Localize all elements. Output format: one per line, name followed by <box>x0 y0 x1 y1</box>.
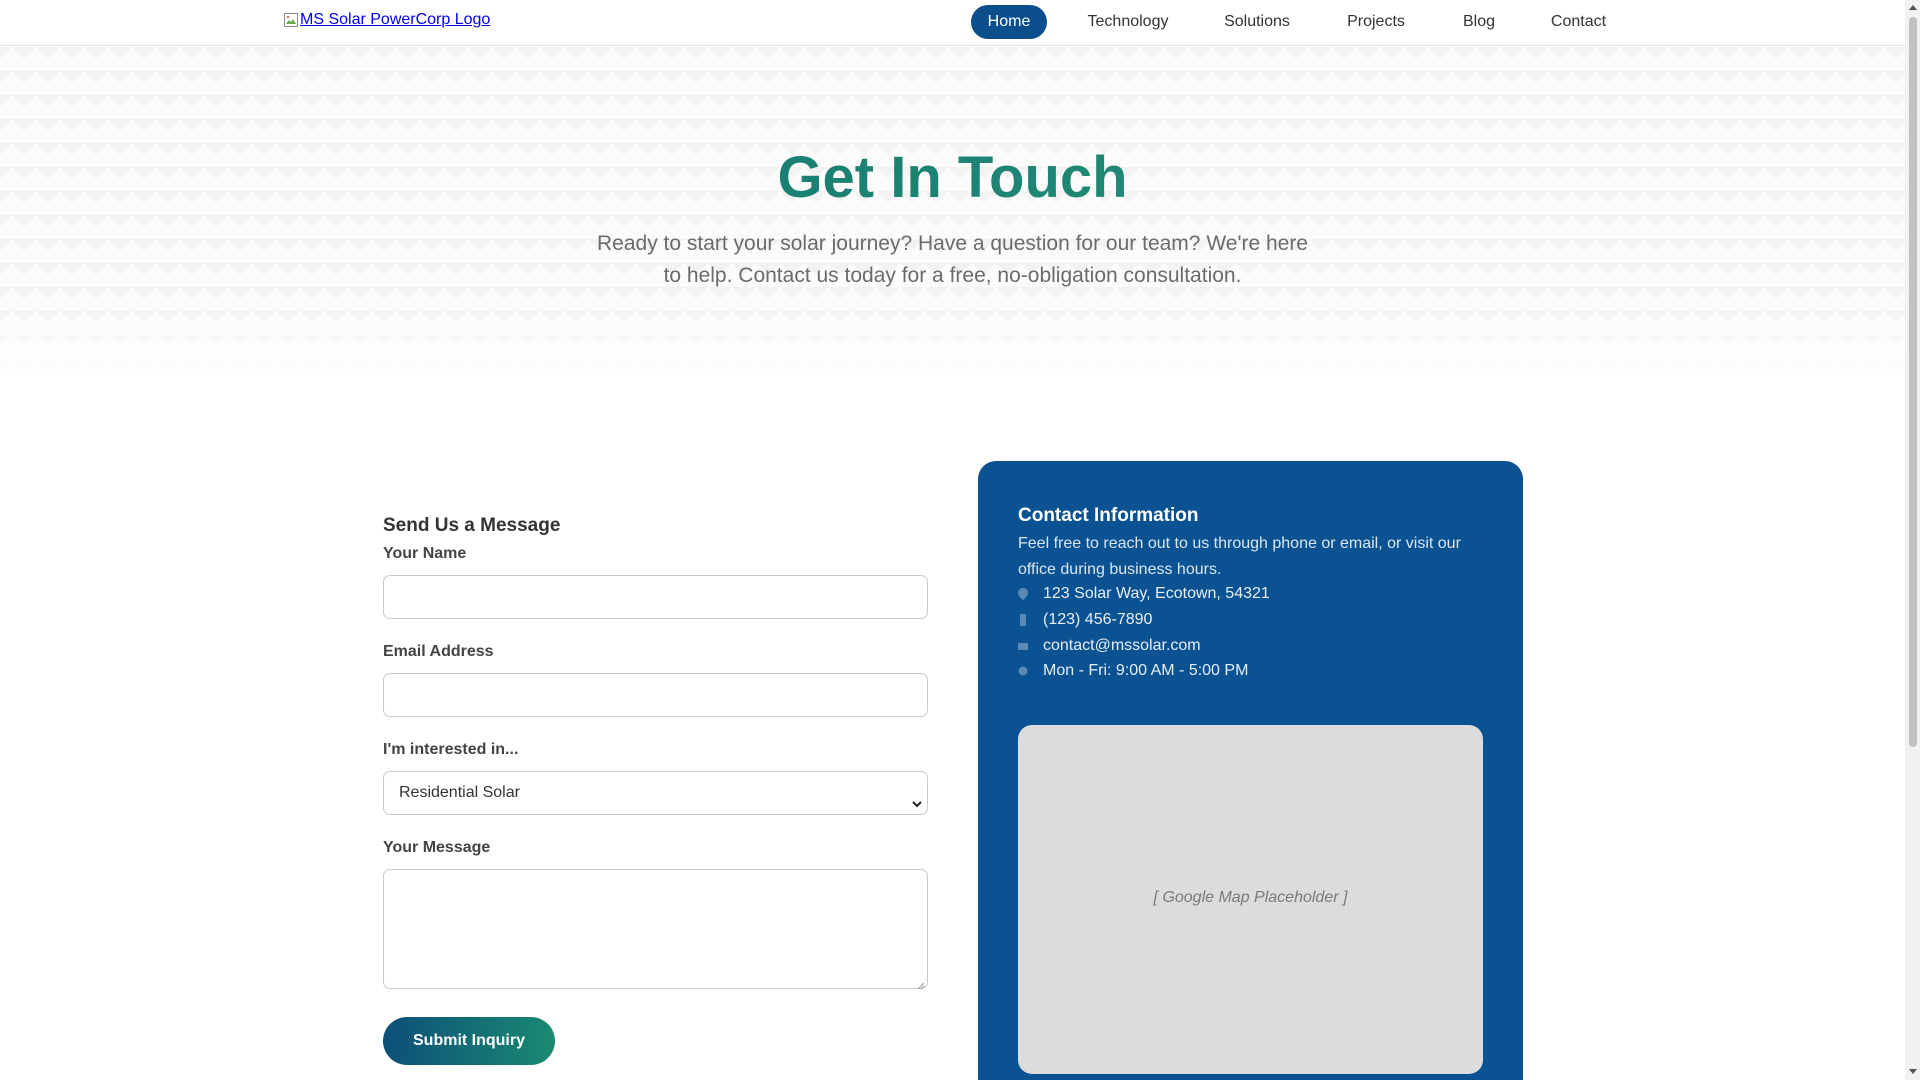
name-label: Your Name <box>383 545 467 562</box>
email-input[interactable] <box>383 673 928 717</box>
scrollbar-thumb[interactable] <box>1909 17 1917 747</box>
message-label: Your Message <box>383 839 491 856</box>
nav-item-home[interactable]: Home <box>971 5 1047 39</box>
envelope-icon <box>1018 643 1028 650</box>
interest-select[interactable]: Residential Solar <box>383 771 928 815</box>
address-text: 123 Solar Way, Ecotown, 54321 <box>1043 585 1270 602</box>
contact-info-description: Feel free to reach out to us through pho… <box>1018 535 1461 578</box>
hours-text: Mon - Fri: 9:00 AM - 5:00 PM <box>1043 662 1249 679</box>
phone-icon <box>1020 614 1026 626</box>
nav-item-solutions[interactable]: Solutions <box>1209 5 1305 39</box>
map-placeholder-text: [ Google Map Placeholder ] <box>1153 889 1348 906</box>
logo-alt-text[interactable]: MS Solar PowerCorp Logo <box>300 11 490 29</box>
phone-text[interactable]: (123) 456-7890 <box>1043 611 1152 629</box>
broken-image-icon <box>283 12 299 28</box>
interest-label: I'm interested in... <box>383 741 519 758</box>
nav-item-projects[interactable]: Projects <box>1330 5 1422 39</box>
clock-icon <box>1018 666 1028 676</box>
hours-row: Mon - Fri: 9:00 AM - 5:00 PM <box>1018 661 1248 681</box>
contact-info-panel: Contact Information Feel free to reach o… <box>978 461 1523 1080</box>
chevron-down-icon <box>910 786 924 808</box>
vertical-scrollbar[interactable] <box>1905 0 1920 1080</box>
submit-inquiry-button[interactable]: Submit Inquiry <box>383 1017 555 1065</box>
map-marker-icon <box>1018 588 1028 600</box>
logo-link[interactable]: MS Solar PowerCorp Logo <box>283 11 490 29</box>
email-text[interactable]: contact@mssolar.com <box>1043 637 1201 655</box>
scroll-down-arrow-icon[interactable] <box>1909 1067 1917 1075</box>
nav-item-technology[interactable]: Technology <box>1072 5 1184 39</box>
message-textarea[interactable] <box>383 869 928 990</box>
contact-info-title: Contact Information <box>1018 505 1199 526</box>
hero-subtitle: Ready to start your solar journey? Have … <box>597 232 1308 287</box>
email-row: contact@mssolar.com <box>1018 636 1201 656</box>
site-header: MS Solar PowerCorp Logo Home Technology … <box>0 0 1905 46</box>
nav-item-blog[interactable]: Blog <box>1447 5 1511 39</box>
page-title: Get In Touch <box>0 144 1905 211</box>
phone-row: (123) 456-7890 <box>1018 610 1152 630</box>
interest-selected-value: Residential Solar <box>399 784 520 801</box>
scroll-up-arrow-icon[interactable] <box>1909 4 1917 12</box>
map-placeholder: [ Google Map Placeholder ] <box>1018 725 1483 1074</box>
email-label: Email Address <box>383 643 494 660</box>
nav-item-contact[interactable]: Contact <box>1536 5 1621 39</box>
resize-grip-icon[interactable] <box>916 977 925 990</box>
address-row: 123 Solar Way, Ecotown, 54321 <box>1018 584 1270 604</box>
name-input[interactable] <box>383 575 928 619</box>
form-title: Send Us a Message <box>383 515 561 536</box>
hero-section: Get In Touch Ready to start your solar j… <box>0 47 1905 381</box>
